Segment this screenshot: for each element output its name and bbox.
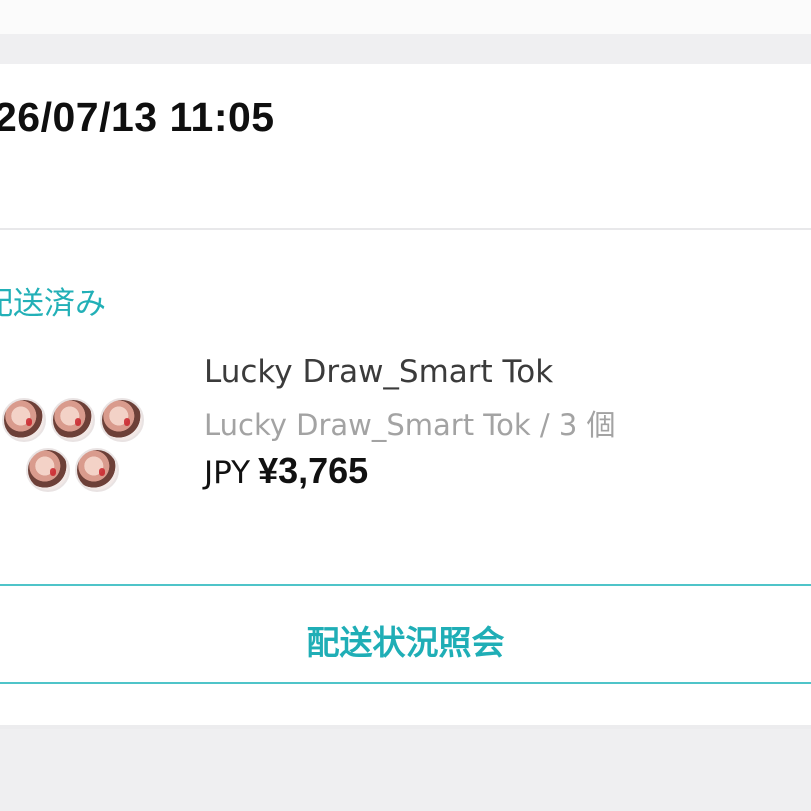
delivery-status: 配送済み [0,286,106,322]
product-variant-quantity: Lucky Draw_Smart Tok / 3 個 [204,408,616,442]
product-thumbnail[interactable] [100,398,144,442]
product-thumbnail[interactable] [2,398,46,442]
product-thumbnail[interactable] [26,448,70,492]
bottom-divider [0,725,811,729]
price-currency: JPY [204,455,251,491]
section-divider [0,228,811,230]
track-shipment-button[interactable]: 配送状況照会 [0,584,811,684]
product-thumbnail[interactable] [51,398,95,442]
product-thumbnails[interactable] [0,396,160,496]
product-price: JPY ¥3,765 [204,450,368,492]
top-strip [0,0,811,34]
order-date: 26/07/13 11:05 [0,94,275,140]
product-thumbnail[interactable] [75,448,119,492]
product-name[interactable]: Lucky Draw_Smart Tok [204,354,553,390]
track-shipment-label: 配送状況照会 [306,623,505,662]
price-amount: ¥3,765 [258,450,369,491]
order-card: 26/07/13 11:05 配送済み Lucky Draw_Smart Tok… [0,64,811,729]
order-page: 26/07/13 11:05 配送済み Lucky Draw_Smart Tok… [0,0,811,811]
